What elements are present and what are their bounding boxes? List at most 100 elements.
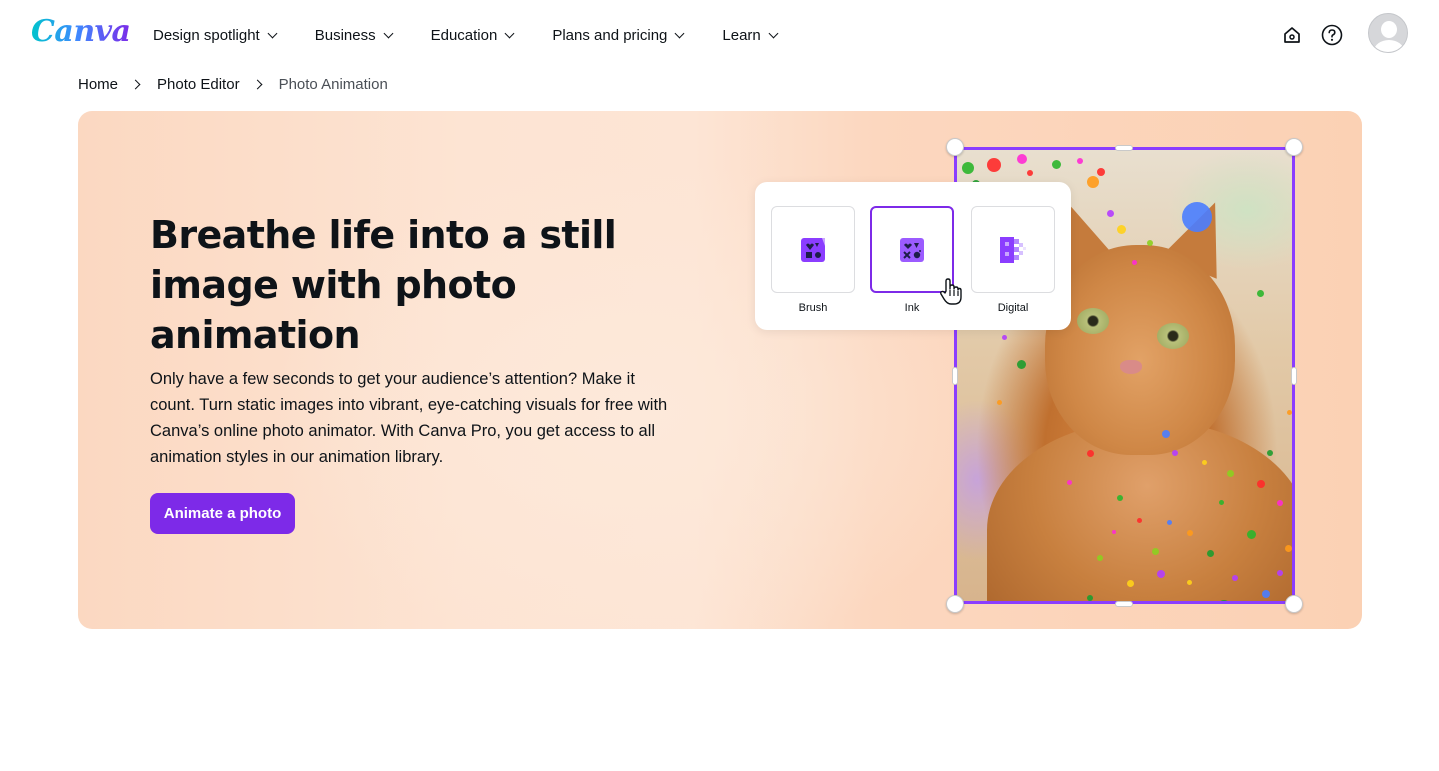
- paint-splatter: [1187, 580, 1192, 585]
- paint-splatter: [1257, 480, 1265, 488]
- hand-cursor-icon: [939, 278, 962, 305]
- paint-splatter: [1202, 460, 1207, 465]
- paint-splatter: [1077, 158, 1083, 164]
- paint-splatter: [1137, 518, 1142, 523]
- paint-splatter: [1152, 548, 1159, 555]
- nav-label: Education: [430, 26, 498, 44]
- paint-splatter: [1219, 500, 1224, 505]
- nav-education[interactable]: Education: [430, 24, 515, 46]
- paint-splatter: [1107, 210, 1114, 217]
- hero-title: Breathe life into a still image with pho…: [150, 213, 617, 357]
- paint-splatter: [1097, 555, 1103, 561]
- paint-splatter: [1247, 530, 1256, 539]
- help-icon[interactable]: [1321, 24, 1343, 46]
- paint-splatter: [1187, 530, 1193, 536]
- home-icon[interactable]: [1281, 24, 1303, 46]
- chevron-right-icon: [130, 79, 141, 89]
- paint-splatter: [1002, 335, 1007, 340]
- paint-splatter: [1147, 240, 1153, 246]
- paint-splatter: [1267, 450, 1273, 456]
- digital-style-icon: [1000, 236, 1026, 263]
- paint-splatter: [1227, 470, 1234, 477]
- cat-eye-shape: [1157, 323, 1189, 349]
- paint-splatter: [1232, 575, 1238, 581]
- animation-style-picker: Brush Ink Digital: [755, 182, 1071, 330]
- style-thumbnail: [971, 206, 1055, 293]
- style-option-brush[interactable]: Brush: [771, 206, 855, 314]
- nav-label: Business: [314, 26, 376, 44]
- hero-section: Breathe life into a still image with pho…: [78, 111, 1362, 629]
- paint-splatter: [1087, 176, 1099, 188]
- paint-splatter: [1127, 580, 1134, 587]
- resize-handle-top[interactable]: [1115, 145, 1133, 151]
- canva-logo[interactable]: Canva: [31, 14, 131, 49]
- resize-handle-bottom[interactable]: [1115, 601, 1133, 607]
- site-header: Canva Design spotlight Business Educatio…: [0, 0, 1439, 70]
- paint-splatter: [1162, 430, 1170, 438]
- paint-splatter: [1117, 495, 1123, 501]
- resize-handle-top-right[interactable]: [1285, 138, 1303, 156]
- paint-splatter: [1182, 202, 1212, 232]
- cat-eye-shape: [1077, 308, 1109, 334]
- resize-handle-bottom-right[interactable]: [1285, 595, 1303, 613]
- nav-design-spotlight[interactable]: Design spotlight: [153, 24, 278, 46]
- paint-splatter: [962, 162, 974, 174]
- paint-splatter: [1117, 225, 1126, 234]
- paint-splatter: [1067, 480, 1072, 485]
- paint-splatter: [1097, 168, 1105, 176]
- paint-splatter: [1017, 360, 1026, 369]
- ink-style-icon: [900, 237, 924, 262]
- paint-splatter: [1017, 154, 1027, 164]
- avatar-head-shape: [1381, 21, 1397, 38]
- paint-splatter: [987, 158, 1001, 172]
- nav-learn[interactable]: Learn: [722, 24, 779, 46]
- nav-label: Learn: [722, 26, 761, 44]
- paint-splatter: [1257, 290, 1264, 297]
- paint-splatter: [1087, 450, 1094, 457]
- paint-splatter: [1087, 595, 1093, 601]
- resize-handle-left[interactable]: [952, 367, 958, 385]
- breadcrumb-photo-animation: Photo Animation: [278, 75, 388, 93]
- paint-splatter: [1285, 545, 1292, 552]
- breadcrumb-home[interactable]: Home: [78, 76, 118, 93]
- style-thumbnail: [771, 206, 855, 293]
- nav-label: Plans and pricing: [552, 26, 668, 44]
- nav-plans-and-pricing[interactable]: Plans and pricing: [552, 24, 685, 46]
- paint-splatter: [1262, 590, 1270, 598]
- paint-splatter: [1277, 500, 1283, 506]
- breadcrumb: Home Photo Editor Photo Animation: [78, 74, 388, 94]
- nav-label: Design spotlight: [153, 26, 260, 44]
- paint-splatter: [1112, 530, 1116, 534]
- paint-splatter: [1052, 160, 1061, 169]
- avatar-body-shape: [1374, 40, 1404, 52]
- resize-handle-bottom-left[interactable]: [946, 595, 964, 613]
- avatar[interactable]: [1368, 13, 1408, 53]
- chevron-right-icon: [252, 79, 263, 89]
- chevron-down-icon: [768, 28, 779, 38]
- style-label: Brush: [798, 302, 828, 314]
- animate-photo-button[interactable]: Animate a photo: [150, 493, 295, 534]
- paint-splatter: [1172, 450, 1178, 456]
- breadcrumb-photo-editor[interactable]: Photo Editor: [157, 76, 240, 93]
- chevron-down-icon: [674, 28, 685, 38]
- chevron-down-icon: [504, 28, 515, 38]
- cat-head-shape: [1045, 245, 1235, 455]
- resize-handle-right[interactable]: [1291, 367, 1297, 385]
- paint-splatter: [1207, 550, 1214, 557]
- paint-splatter: [1167, 520, 1172, 525]
- chevron-down-icon: [267, 28, 278, 38]
- paint-splatter: [1157, 570, 1165, 578]
- style-option-digital[interactable]: Digital: [971, 206, 1055, 314]
- paint-splatter: [1027, 170, 1033, 176]
- style-label: Digital: [997, 302, 1029, 314]
- hero-description: Only have a few seconds to get your audi…: [150, 370, 668, 466]
- chevron-down-icon: [383, 28, 394, 38]
- paint-splatter: [1132, 260, 1137, 265]
- paint-splatter: [1287, 410, 1292, 415]
- resize-handle-top-left[interactable]: [946, 138, 964, 156]
- cat-nose-shape: [1120, 360, 1142, 374]
- nav-business[interactable]: Business: [314, 24, 394, 46]
- paint-splatter: [997, 400, 1002, 405]
- paint-splatter: [1277, 570, 1283, 576]
- brush-style-icon: [801, 237, 825, 262]
